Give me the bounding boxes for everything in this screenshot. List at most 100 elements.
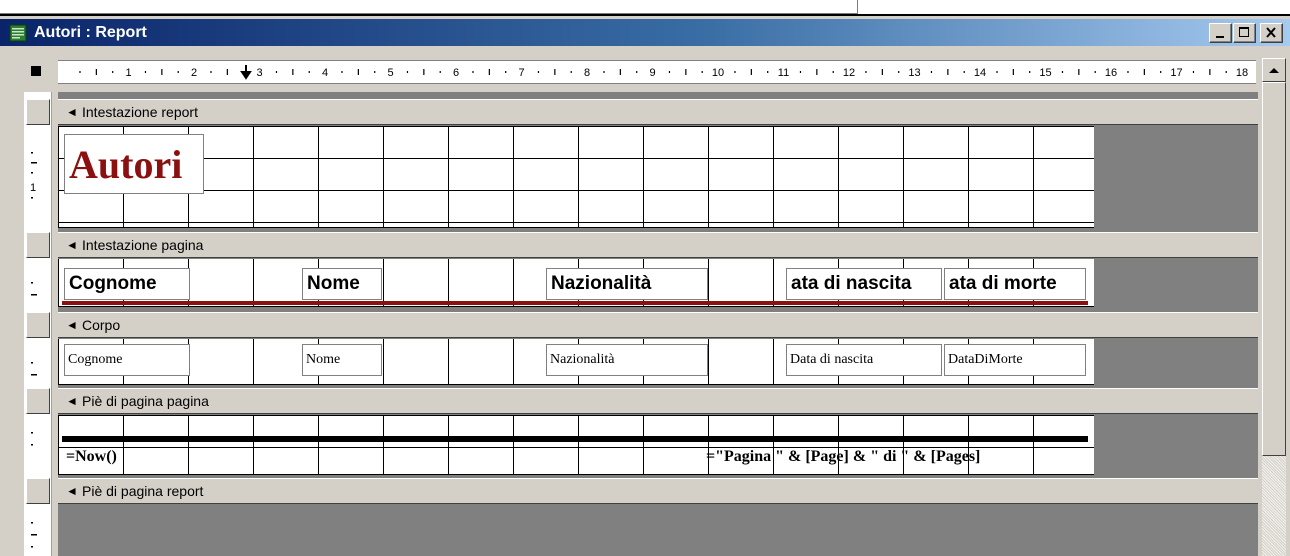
scrollbar-thumb[interactable]: [1262, 82, 1286, 456]
ruler-tick: [832, 71, 834, 73]
ruler-mark-label: 14: [974, 67, 986, 79]
ruler-tick: [898, 71, 900, 73]
band-label: Piè di pagina report: [82, 483, 204, 499]
vertical-ruler-tick: [31, 162, 37, 164]
vertical-ruler-tick: [31, 432, 33, 434]
field-cognome[interactable]: Cognome: [64, 344, 190, 376]
ruler-mark-label: 11: [778, 67, 789, 79]
ruler-tick: [930, 71, 933, 73]
ruler-tick: [308, 71, 310, 73]
band-detail[interactable]: ◄ Corpo: [58, 312, 1258, 338]
column-label-data-nascita[interactable]: ata di nascita: [786, 268, 942, 300]
ruler-mark-label: 16: [1105, 67, 1117, 79]
ruler-tick: [177, 71, 179, 73]
ruler-marker-icon[interactable]: [240, 65, 252, 80]
ruler-tick: [1094, 71, 1096, 73]
field-nome[interactable]: Nome: [302, 344, 382, 376]
vertical-ruler-tick: [31, 152, 33, 154]
field-nazionalita[interactable]: Nazionalità: [546, 344, 708, 376]
vertical-ruler-label: 1: [30, 182, 36, 194]
ruler-tick: [1078, 69, 1080, 75]
column-label-nome[interactable]: Nome: [302, 268, 382, 300]
ruler-tick: [341, 71, 343, 73]
footer-rule[interactable]: [62, 436, 1088, 442]
ruler-tick: [1029, 71, 1031, 73]
ruler-mark-label: 2: [191, 67, 197, 79]
band-label: Piè di pagina pagina: [82, 393, 209, 409]
column-label-data-morte[interactable]: ata di morte: [944, 268, 1086, 300]
ruler-tick: [570, 71, 572, 73]
vertical-ruler-ticks: 1: [30, 152, 37, 548]
ruler-mark-label: 15: [1039, 67, 1051, 79]
ruler-mark-label: 3: [256, 67, 262, 79]
ruler-tick: [161, 69, 163, 75]
top-box: [0, 0, 858, 14]
select-all-report-icon[interactable]: [31, 66, 41, 76]
vertical-ruler-tick: [31, 172, 33, 174]
report-title-label[interactable]: Autori: [64, 134, 204, 194]
ruler-tick: [1225, 71, 1227, 73]
footer-date-expression[interactable]: =Now(): [64, 446, 184, 472]
vertical-ruler-tick: [31, 374, 37, 376]
ruler-mark-label: 9: [649, 67, 655, 79]
column-label-nazionalita[interactable]: Nazionalità: [546, 268, 708, 300]
scroll-up-button[interactable]: [1262, 58, 1286, 82]
ruler-tick: [144, 71, 147, 73]
ruler-tick: [112, 71, 114, 73]
section-marker-icon: ◄: [66, 238, 78, 252]
section-marker-icon: ◄: [66, 318, 78, 332]
ruler-tick: [816, 69, 818, 75]
header-underline[interactable]: [62, 301, 1088, 305]
column-label-cognome[interactable]: Cognome: [64, 268, 190, 300]
vertical-ruler-tick: [31, 546, 33, 548]
band-page-footer[interactable]: ◄ Piè di pagina pagina: [58, 388, 1258, 414]
band-report-footer[interactable]: ◄ Piè di pagina report: [58, 478, 1258, 504]
horizontal-ruler[interactable]: 1 2 3 4 5 6 7 8 9 10 11 12 13 14 15 16 17 18: [58, 60, 1256, 84]
minimize-button[interactable]: [1209, 23, 1232, 43]
vertical-ruler-tick: [31, 197, 33, 199]
field-data-morte[interactable]: DataDiMorte: [944, 344, 1086, 376]
ruler-tick: [554, 69, 556, 75]
maximize-button[interactable]: [1233, 23, 1256, 43]
ruler-tick: [275, 71, 278, 73]
ruler-tick: [1061, 71, 1064, 73]
vertical-ruler-tick: [31, 362, 33, 364]
ruler-tick: [767, 71, 769, 73]
vertical-ruler-tick: [31, 282, 33, 284]
vertical-ruler-tick: [31, 522, 33, 524]
title-bar[interactable]: [0, 19, 1290, 46]
minimize-icon: [1216, 36, 1224, 38]
ruler-tick: [685, 69, 687, 75]
horizontal-ruler-ticks: 1 2 3 4 5 6 7 8 9 10 11 12 13 14 15 16 17 18: [79, 65, 1248, 80]
ruler-tick: [799, 71, 802, 73]
ruler-tick: [1192, 71, 1195, 73]
ruler-tick: [1012, 69, 1014, 75]
band-label: Corpo: [82, 317, 121, 333]
ruler-mark-label: 6: [453, 67, 459, 79]
ruler-mark-label: 7: [518, 67, 524, 79]
section-marker-icon: ◄: [66, 484, 78, 498]
ruler-tick: [488, 69, 490, 75]
ruler-tick: [1160, 71, 1162, 73]
ruler-tick: [1209, 69, 1211, 75]
report-header-area[interactable]: [58, 126, 1094, 228]
ruler-tick: [947, 69, 949, 75]
ruler-tick: [1127, 71, 1129, 73]
vertical-ruler-tick: [31, 294, 37, 296]
ruler-tick: [537, 71, 540, 73]
ruler-tick: [734, 71, 736, 73]
maximize-icon: [1239, 27, 1249, 37]
section-marker-icon: ◄: [66, 394, 78, 408]
ruler-tick: [636, 71, 638, 73]
ruler-tick: [79, 71, 81, 73]
report-icon: [9, 24, 27, 42]
ruler-tick: [423, 69, 425, 75]
ruler-tick: [865, 71, 867, 73]
ruler-tick: [374, 71, 376, 73]
close-button[interactable]: [1260, 23, 1283, 43]
footer-page-expression[interactable]: ="Pagina " & [Page] & " di " & [Pages]: [704, 446, 1088, 472]
band-label: Intestazione pagina: [82, 237, 204, 253]
band-report-header[interactable]: ◄ Intestazione report: [58, 99, 1258, 125]
band-page-header[interactable]: ◄ Intestazione pagina: [58, 232, 1258, 258]
field-data-nascita[interactable]: Data di nascita: [786, 344, 942, 376]
